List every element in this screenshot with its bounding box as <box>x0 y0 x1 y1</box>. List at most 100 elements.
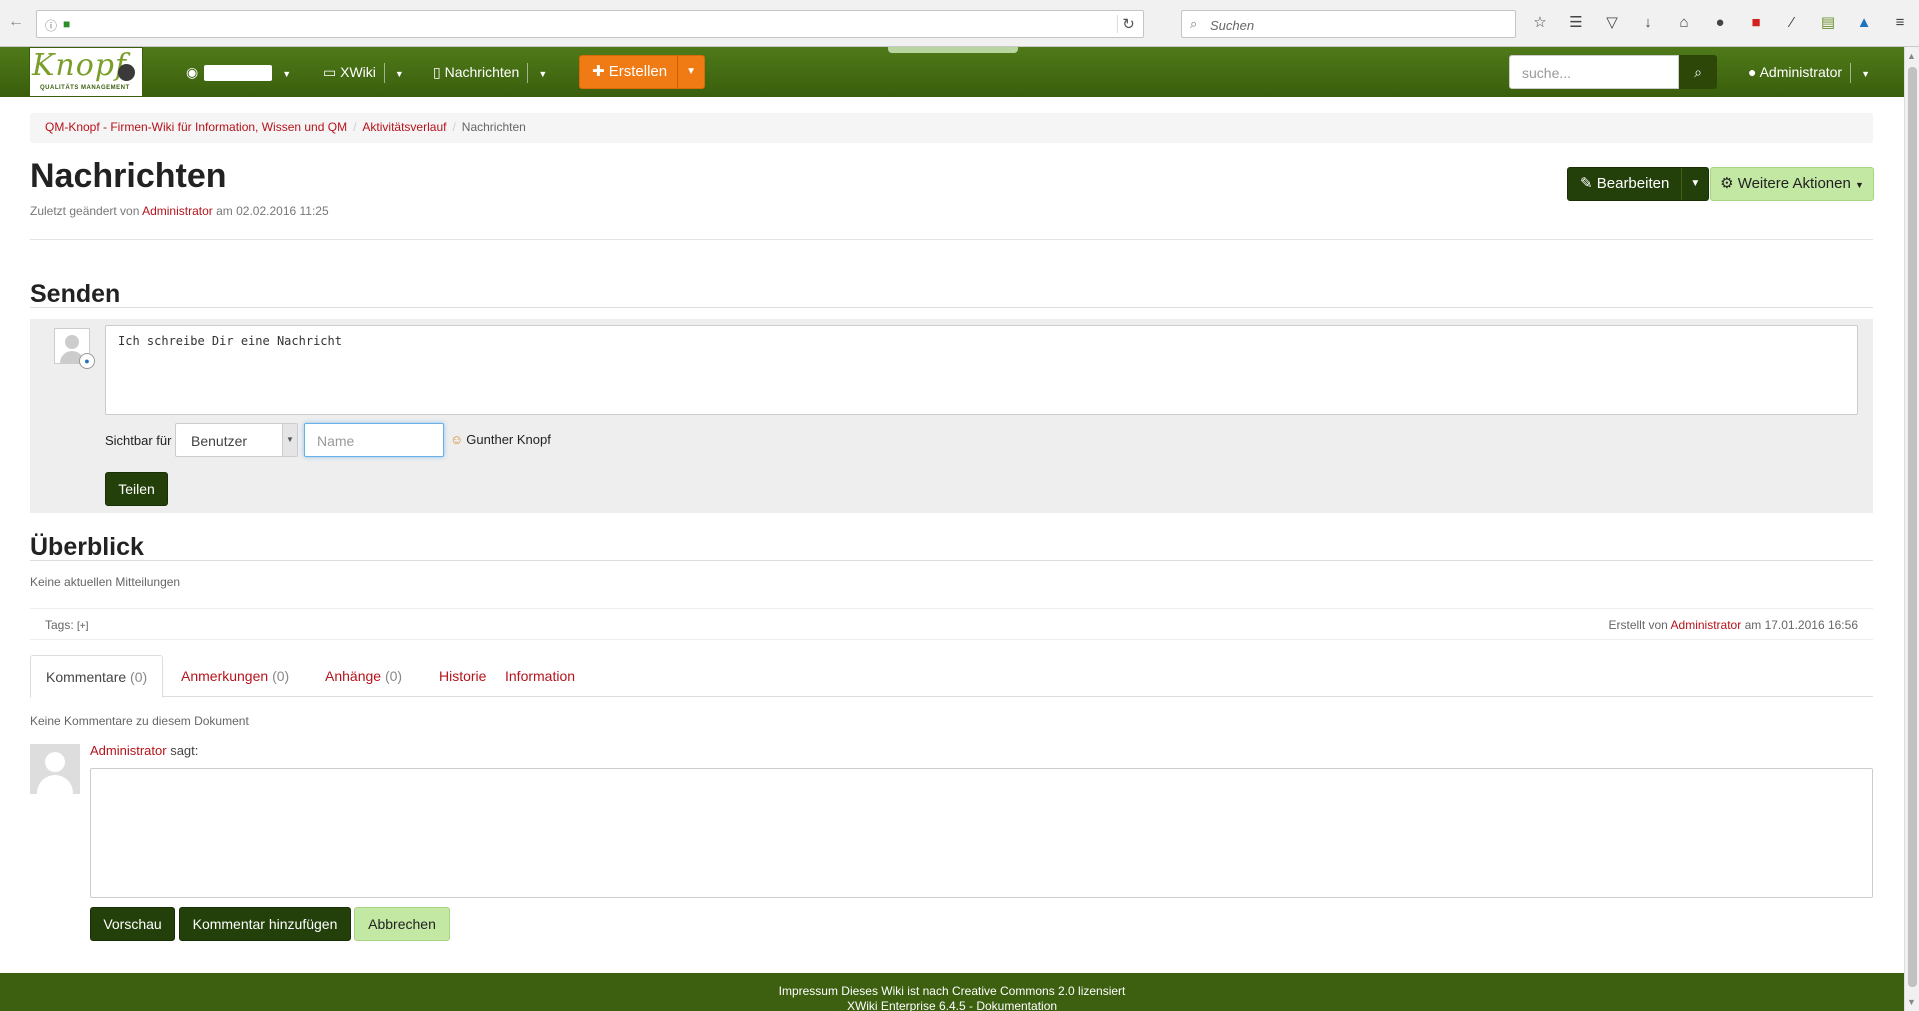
page-menu[interactable]: ▯ Nachrichten ▼ <box>433 47 547 97</box>
tags-bar: Tags: [+] Erstellt von Administrator am … <box>30 608 1873 640</box>
pocket-icon[interactable]: ▽ <box>1600 12 1624 34</box>
wand-icon[interactable]: ⁄ <box>1780 12 1804 34</box>
create-main: ✚ Erstellen <box>580 56 677 88</box>
search-icon: ⌕ <box>1190 16 1198 31</box>
message-textarea[interactable]: Ich schreibe Dir eine Nachricht <box>105 325 1858 415</box>
info-icon[interactable]: ⓘ <box>45 17 57 34</box>
version-text: XWiki Enterprise 6.4.5 - <box>846 999 973 1011</box>
last-modified-user-link[interactable]: Administrator <box>142 204 213 218</box>
recipient-name: Gunther Knopf <box>466 432 551 447</box>
preview-button[interactable]: Vorschau <box>90 907 175 941</box>
browser-search-input[interactable]: ⌕ Suchen <box>1181 10 1516 38</box>
create-button[interactable]: ✚ Erstellen ▼ <box>579 55 706 89</box>
reload-icon[interactable]: ↻ <box>1117 15 1139 33</box>
wiki-search-input[interactable]: suche... <box>1509 55 1679 89</box>
tab-attachments[interactable]: Anhänge (0) <box>310 655 417 697</box>
add-tag-link[interactable]: [+] <box>77 621 88 632</box>
gear-icon: ⚙ <box>1720 175 1734 192</box>
scroll-up-icon[interactable]: ▲ <box>1907 51 1916 61</box>
create-dropdown-icon[interactable]: ▼ <box>677 56 704 88</box>
divider <box>527 63 529 84</box>
tab-label: Anmerkungen <box>181 668 269 684</box>
main-navbar: Knopf QUALITÄTS MANAGEMENT ◉ ▼ ▭ XWiki ▼ ▯… <box>0 47 1904 97</box>
breadcrumb-sep: / <box>353 120 357 134</box>
chevron-down-icon[interactable]: ▼ <box>1861 69 1870 79</box>
scroll-down-icon[interactable]: ▼ <box>1907 997 1916 1007</box>
cancel-button[interactable]: Abbrechen <box>354 907 450 941</box>
divider <box>30 560 1873 561</box>
user-menu[interactable]: ● Administrator ▼ <box>1748 47 1870 97</box>
printer-icon[interactable]: ▤ <box>1816 12 1840 34</box>
page-scrollbar[interactable]: ▲ ▼ <box>1904 47 1919 1011</box>
user-label[interactable]: Administrator <box>1760 64 1842 80</box>
pdf-icon[interactable]: ■ <box>1744 12 1768 34</box>
created-user-link[interactable]: Administrator <box>1671 618 1742 632</box>
home-icon[interactable]: ⌂ <box>1672 12 1696 34</box>
breadcrumb-activity[interactable]: Aktivitätsverlauf <box>362 120 446 134</box>
edit-label: Bearbeiten <box>1596 175 1670 192</box>
scroll-thumb[interactable] <box>1908 67 1917 987</box>
tab-comments[interactable]: Kommentare (0) <box>30 655 164 698</box>
comment-textarea[interactable] <box>90 768 1873 898</box>
add-comment-button[interactable]: Kommentar hinzufügen <box>179 907 351 941</box>
chevron-down-icon[interactable]: ▼ <box>395 69 404 79</box>
name-input[interactable]: Name <box>304 423 444 457</box>
created-info: Erstellt von Administrator am 17.01.2016… <box>1609 618 1859 632</box>
chevron-down-icon[interactable]: ▼ <box>282 424 297 456</box>
tab-information[interactable]: Information <box>490 655 590 697</box>
star-icon[interactable]: ☆ <box>1528 12 1552 34</box>
last-modified-prefix: Zuletzt geändert von <box>30 204 140 218</box>
name-placeholder: Name <box>317 433 355 449</box>
wiki-menu[interactable]: ◉ ▼ <box>186 47 291 97</box>
lock-icon: ■ <box>63 17 71 31</box>
documentation-link[interactable]: Dokumentation <box>976 999 1057 1011</box>
share-button[interactable]: Teilen <box>105 472 168 506</box>
chevron-down-icon[interactable]: ▼ <box>282 69 291 79</box>
breadcrumb-home[interactable]: QM-Knopf - Firmen-Wiki für Information, … <box>45 120 347 134</box>
wiki-search-placeholder: suche... <box>1522 65 1572 81</box>
search-button[interactable]: ⌕ <box>1679 55 1717 89</box>
breadcrumb-current: Nachrichten <box>461 120 526 134</box>
created-prefix: Erstellt von <box>1608 618 1668 632</box>
edit-dropdown-icon[interactable]: ▼ <box>1681 168 1708 200</box>
reader-icon[interactable]: ☰ <box>1564 12 1588 34</box>
space-label[interactable]: XWiki <box>340 64 376 80</box>
globe-badge-icon: ● <box>79 353 95 369</box>
menu-icon[interactable]: ≡ <box>1888 12 1912 34</box>
impressum-link[interactable]: Impressum <box>779 984 838 998</box>
last-modified-date: am 02.02.2016 11:25 <box>216 204 329 218</box>
back-arrow-icon[interactable]: ← <box>8 13 24 31</box>
logo-subtitle: QUALITÄTS MANAGEMENT <box>40 85 130 91</box>
pencil-icon: ✎ <box>1580 175 1593 192</box>
user-icon: ● <box>1748 64 1757 80</box>
breadcrumb-sep: / <box>452 120 456 134</box>
create-label: Erstellen <box>608 63 668 80</box>
visibility-select[interactable]: Benutzer ▼ <box>175 423 298 457</box>
more-actions-button[interactable]: ⚙ Weitere Aktionen ▼ <box>1710 167 1874 201</box>
edit-button[interactable]: ✎ Bearbeiten ▼ <box>1567 167 1710 201</box>
divider <box>30 239 1873 240</box>
recipient-chip[interactable]: ☺ Gunther Knopf <box>450 432 551 447</box>
url-bar[interactable]: ⓘ ■ ↻ <box>36 10 1144 38</box>
space-menu[interactable]: ▭ XWiki ▼ <box>323 47 404 97</box>
logo-button-icon <box>118 64 135 81</box>
overview-heading: Überblick <box>30 533 144 561</box>
page-footer: Impressum Dieses Wiki ist nach Creative … <box>0 973 1904 1011</box>
tab-annotations[interactable]: Anmerkungen (0) <box>166 655 304 697</box>
avatar: ● <box>54 328 95 369</box>
no-messages-text: Keine aktuellen Mitteilungen <box>30 575 181 589</box>
tags-label: Tags: <box>45 618 74 632</box>
download-icon[interactable]: ↓ <box>1636 12 1660 34</box>
chat-icon[interactable]: ● <box>1708 12 1732 34</box>
comment-author-link[interactable]: Administrator <box>90 743 167 758</box>
divider <box>1850 63 1852 84</box>
site-logo[interactable]: Knopf QUALITÄTS MANAGEMENT <box>29 47 143 97</box>
chevron-down-icon[interactable]: ▼ <box>538 69 547 79</box>
folder-icon: ▭ <box>323 64 337 80</box>
browser-toolbar-icons: ☆ ☰ ▽ ↓ ⌂ ● ■ ⁄ ▤ ▲ ≡ <box>1528 12 1912 34</box>
page-label[interactable]: Nachrichten <box>445 64 520 80</box>
redacted-wiki-name <box>204 65 273 82</box>
logo-word: Knopf <box>32 48 128 83</box>
user-icon: ☺ <box>450 432 464 447</box>
extension-icon[interactable]: ▲ <box>1852 12 1876 34</box>
